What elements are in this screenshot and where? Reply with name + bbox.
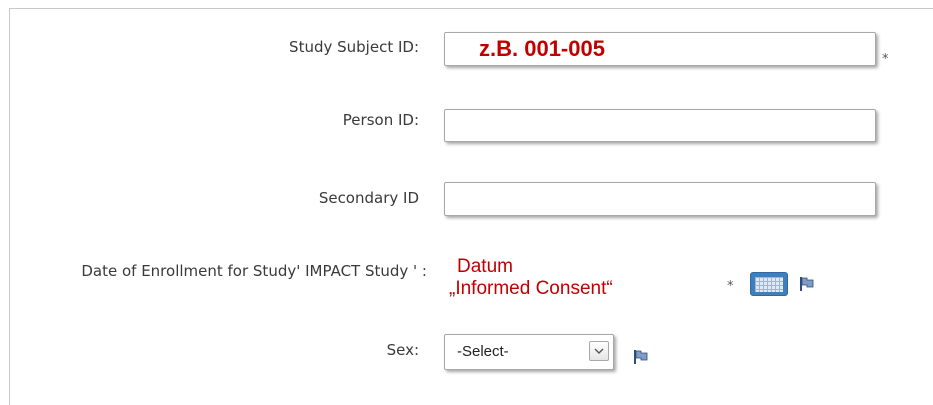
study-subject-id-field[interactable]: z.B. 001-005 <box>444 32 876 66</box>
study-subject-id-label: Study Subject ID: <box>289 38 419 56</box>
person-id-label: Person ID: <box>342 111 419 129</box>
required-marker: * <box>882 52 889 67</box>
required-marker: * <box>727 279 734 294</box>
flag-icon[interactable] <box>633 349 649 365</box>
secondary-id-label: Secondary ID <box>318 189 419 207</box>
secondary-id-field[interactable] <box>444 182 876 216</box>
flag-icon[interactable] <box>799 276 815 292</box>
person-id-field[interactable] <box>444 109 876 142</box>
enrollment-date-note-line1: Datum <box>457 256 513 277</box>
sex-select[interactable]: -Select- <box>444 334 614 370</box>
chevron-down-icon[interactable] <box>589 341 609 361</box>
sex-select-value: -Select- <box>457 343 509 360</box>
enrollment-date-note-line2: „Informed Consent“ <box>449 278 613 299</box>
enrollment-date-label: Date of Enrollment for Study' IMPACT Stu… <box>81 262 427 280</box>
calendar-icon[interactable] <box>750 272 788 296</box>
study-subject-id-value: z.B. 001-005 <box>479 36 605 61</box>
sex-label: Sex: <box>386 341 419 359</box>
